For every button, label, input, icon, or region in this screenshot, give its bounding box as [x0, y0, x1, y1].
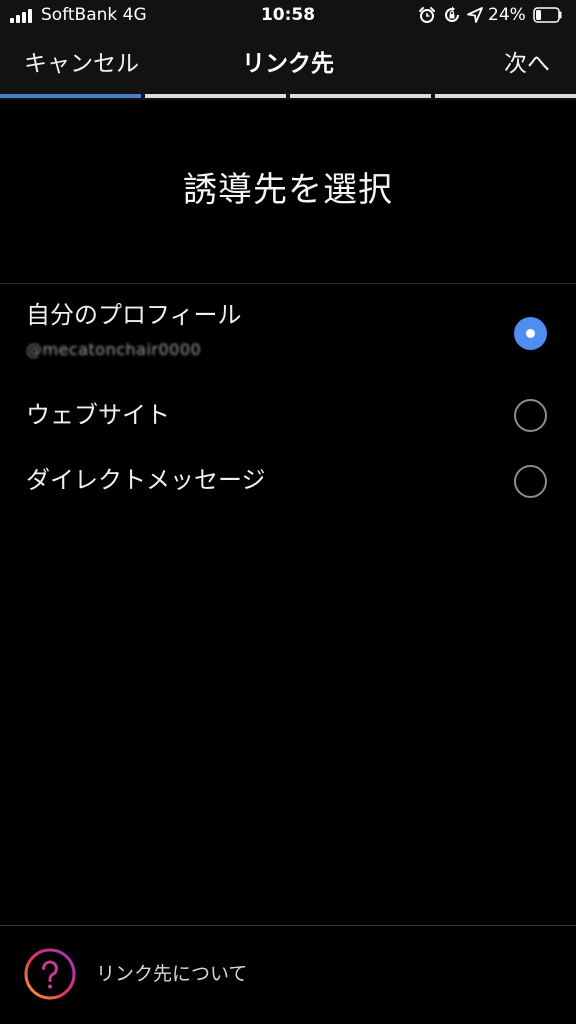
radio-profile[interactable]	[514, 317, 547, 350]
battery-icon	[533, 7, 562, 23]
option-profile[interactable]: 自分のプロフィール @mecatonchair0000	[0, 295, 576, 380]
location-arrow-icon	[467, 7, 483, 23]
option-website-label: ウェブサイト	[26, 401, 170, 429]
section-heading: 誘導先を選択	[183, 170, 393, 210]
step-progress	[0, 94, 576, 98]
progress-step-4	[435, 94, 576, 98]
header-area: SoftBank 4G 10:58 24% キャンセル リンク先 次へ	[0, 0, 576, 100]
question-circle-icon[interactable]	[23, 947, 77, 1001]
radio-website[interactable]	[514, 399, 547, 432]
help-link[interactable]: リンク先について	[96, 961, 247, 987]
option-direct-message[interactable]: ダイレクトメッセージ	[0, 450, 576, 514]
option-profile-username: @mecatonchair0000	[26, 340, 202, 359]
nav-bar: キャンセル リンク先 次へ	[0, 32, 576, 94]
progress-step-1	[0, 94, 141, 98]
alarm-icon	[419, 7, 435, 23]
progress-step-3	[290, 94, 431, 98]
status-bar: SoftBank 4G 10:58 24%	[0, 0, 576, 32]
next-button[interactable]: 次へ	[504, 49, 550, 79]
footer-divider	[0, 925, 576, 926]
option-profile-label: 自分のプロフィール	[26, 301, 242, 329]
battery-percent: 24%	[488, 5, 526, 25]
option-website[interactable]: ウェブサイト	[0, 385, 576, 449]
option-direct-message-label: ダイレクトメッセージ	[26, 466, 266, 494]
radio-direct-message[interactable]	[514, 465, 547, 498]
progress-step-2	[145, 94, 286, 98]
divider	[0, 283, 576, 284]
page-title: リンク先	[242, 51, 334, 77]
rotation-lock-icon	[445, 6, 459, 22]
radio-dot	[526, 329, 535, 338]
